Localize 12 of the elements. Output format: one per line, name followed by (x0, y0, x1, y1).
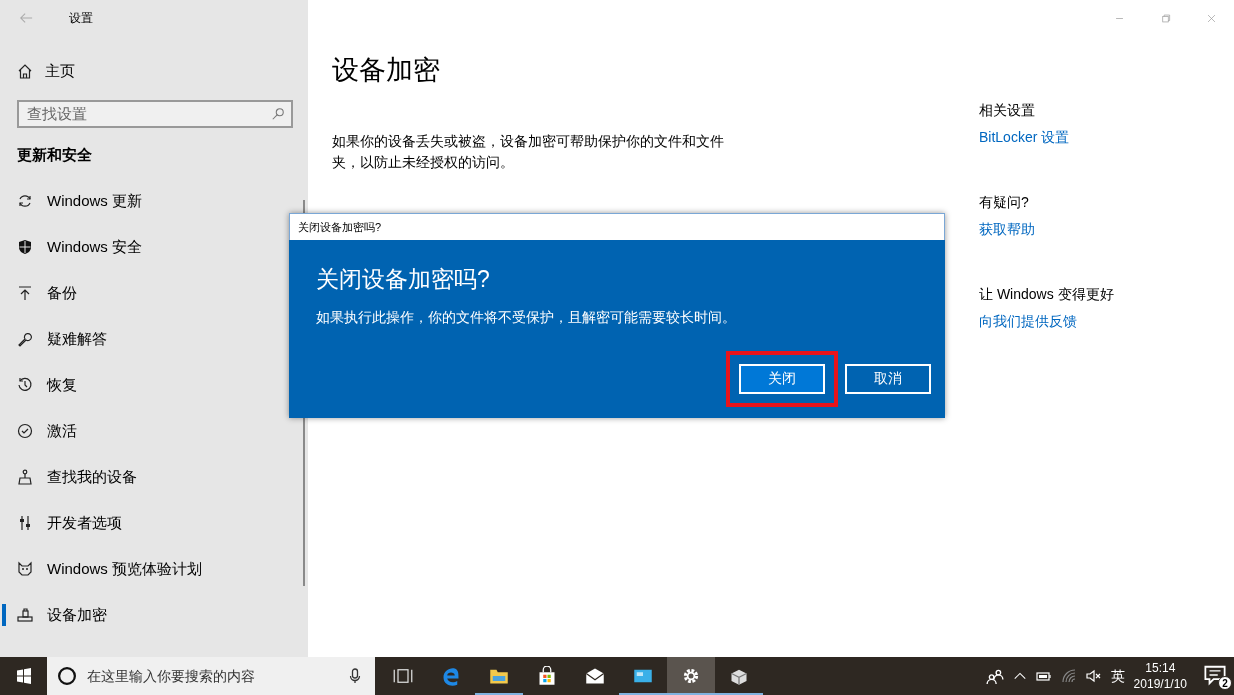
window-title: 设置 (69, 10, 93, 27)
dialog-title: 关闭设备加密吗? (289, 213, 945, 240)
related-heading: 有疑问? (979, 193, 1030, 212)
section-heading: 更新和安全 (17, 144, 93, 165)
notification-count-badge: 2 (1218, 676, 1232, 690)
description: 如果你的设备丢失或被盗，设备加密可帮助保护你的文件和文件夹，以防止未经授权的访问。 (332, 131, 725, 172)
dialog-heading: 关闭设备加密吗? (316, 265, 491, 294)
related-heading: 相关设置 (979, 101, 1036, 120)
related-heading: 让 Windows 变得更好 (979, 285, 1114, 304)
home-label: 主页 (45, 61, 75, 81)
dialog-message: 如果执行此操作，你的文件将不受保护，且解密可能需要较长时间。 (316, 307, 737, 327)
page-title: 设备加密 (332, 54, 441, 87)
